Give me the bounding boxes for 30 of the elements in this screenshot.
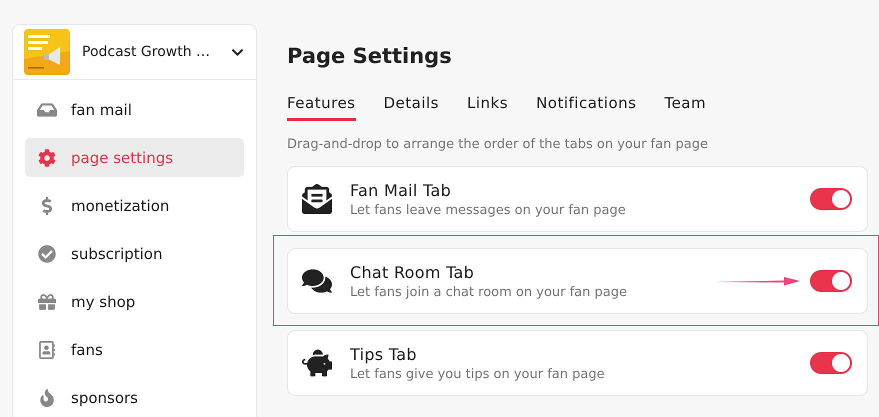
sidebar-item[interactable]: subscription [25, 234, 244, 273]
feature-title: Chat Room Tab [350, 262, 476, 282]
page-title: Page Settings [287, 44, 453, 68]
feature-title: Fan Mail Tab [350, 180, 452, 200]
gift-icon [37, 292, 57, 310]
sidebar-item[interactable]: page settings [25, 138, 244, 177]
toggle-switch[interactable] [810, 270, 852, 292]
tab[interactable]: Notifications [536, 94, 636, 121]
sidebar-item[interactable]: fans [25, 330, 244, 369]
sidebar-item[interactable]: my shop [25, 282, 244, 321]
contact-card-icon [37, 340, 57, 358]
sidebar-item[interactable]: monetization [25, 186, 244, 225]
hint-text: Drag-and-drop to arrange the order of the tabs on your fan page [287, 137, 709, 152]
account-name: Podcast Growth … [82, 44, 212, 60]
settings-icon [37, 148, 57, 166]
feature-description: Let fans leave messages on your fan page [350, 202, 627, 218]
toggle-switch[interactable] [810, 188, 852, 210]
feature-description: Let fans join a chat room on your fan page [350, 284, 628, 300]
tab[interactable]: Features [287, 94, 356, 121]
piggy-bank-icon [302, 348, 332, 378]
tab[interactable]: Team [664, 94, 706, 121]
open-envelope-icon [302, 184, 332, 214]
inbox-icon [37, 100, 57, 118]
sidebar-item[interactable]: fan mail [25, 90, 244, 129]
feature-description: Let fans give you tips on your fan page [350, 366, 606, 382]
toggle-switch[interactable] [810, 352, 852, 374]
feature-title: Tips Tab [350, 344, 418, 364]
tab[interactable]: Details [384, 94, 440, 121]
tab[interactable]: Links [467, 94, 508, 121]
sidebar-item[interactable]: sponsors [25, 378, 244, 417]
